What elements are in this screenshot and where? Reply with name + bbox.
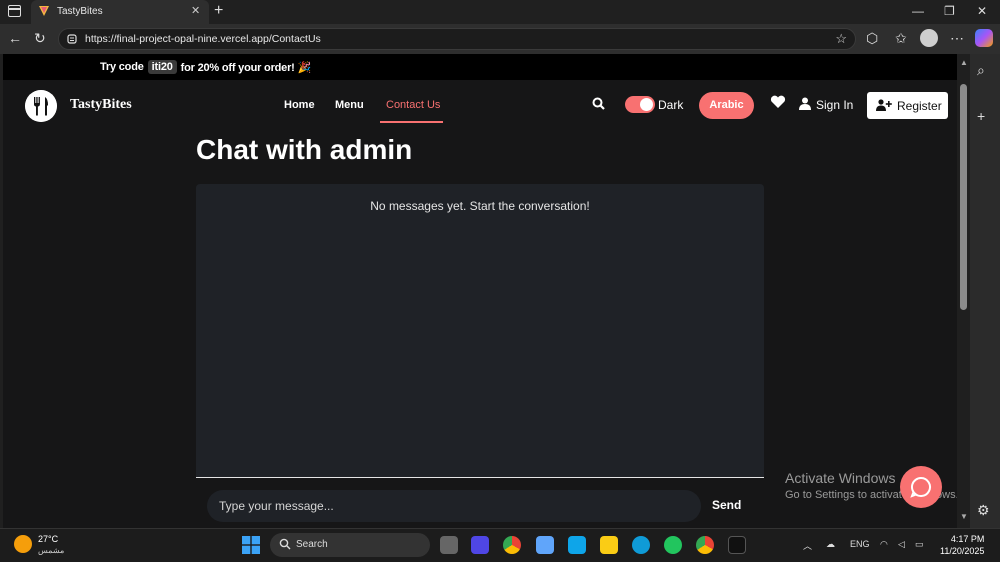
web-page: Try code iti20 for 20% off your order! 🎉… (3, 54, 957, 528)
sidebar-settings-icon[interactable]: ⚙ (977, 502, 990, 519)
sidebar-add-icon[interactable]: + (977, 108, 985, 124)
tab-close-icon[interactable]: ✕ (191, 4, 200, 17)
tab-title: TastyBites (57, 6, 103, 17)
message-input[interactable] (207, 490, 701, 522)
user-icon[interactable] (799, 97, 811, 110)
toggle-knob (640, 98, 653, 111)
maximize-button[interactable]: ❐ (944, 4, 955, 18)
user-plus-icon (876, 99, 892, 111)
favorite-star-icon[interactable]: ☆ (835, 31, 847, 47)
taskbar-search-icon (279, 538, 291, 550)
edge-sidebar: ⌕ + ⚙ (970, 54, 1000, 528)
promo-prefix: Try code (100, 61, 144, 73)
chat-messages-panel[interactable]: No messages yet. Start the conversation! (196, 184, 764, 478)
heart-icon[interactable] (770, 95, 786, 109)
promo-code: iti20 (147, 60, 177, 74)
sign-in-link[interactable]: Sign In (816, 98, 853, 112)
nav-contact-us[interactable]: Contact Us (386, 99, 440, 111)
browser-toolbar: ← ↻ https://final-project-opal-nine.verc… (0, 24, 1000, 54)
active-nav-underline (380, 121, 443, 123)
taskbar-search[interactable]: Search (270, 533, 430, 557)
task-view-icon[interactable] (440, 536, 458, 554)
page-scrollbar[interactable]: ▲ ▼ (957, 54, 970, 528)
edge-app-icon[interactable] (632, 536, 650, 554)
windows-taskbar: 27°C مشمس Search ︿ ☁ ENG ◠ ◁ ▭ 4:17 PM 1… (0, 528, 1000, 562)
windows-start-icon[interactable] (242, 536, 260, 554)
fork-knife-logo-icon[interactable] (25, 90, 57, 122)
theme-label: Dark (658, 98, 684, 112)
copilot-app-icon[interactable] (471, 536, 489, 554)
register-button[interactable]: Register (867, 92, 948, 119)
register-label: Register (897, 99, 942, 113)
wifi-icon[interactable]: ◠ (880, 539, 888, 550)
nav-home[interactable]: Home (284, 99, 315, 111)
outlook-app-icon[interactable] (568, 536, 586, 554)
promo-suffix: for 20% off your order! 🎉 (180, 61, 312, 74)
clock-time: 4:17 PM (950, 534, 985, 544)
chrome-app-icon-2[interactable] (696, 536, 714, 554)
clock-date: 11/20/2025 (940, 546, 985, 556)
nav-menu[interactable]: Menu (335, 99, 364, 111)
search-icon[interactable] (592, 97, 605, 110)
extensions-icon[interactable]: ⬡ (866, 30, 878, 46)
sidebar-search-icon[interactable]: ⌕ (977, 62, 985, 79)
tastybites-favicon (39, 6, 49, 16)
theme-toggle[interactable] (625, 96, 655, 113)
browser-tab-strip: TastyBites ✕ + — ❐ ✕ (0, 0, 1000, 24)
tab-actions-icon[interactable] (8, 5, 21, 17)
language-indicator[interactable]: ENG (850, 539, 870, 549)
new-tab-button[interactable]: + (214, 2, 223, 20)
page-title: Chat with admin (196, 134, 413, 165)
back-icon[interactable]: ← (8, 30, 22, 46)
favorites-icon[interactable]: ✩ (895, 30, 907, 46)
profile-avatar[interactable] (920, 29, 938, 47)
tray-chevron-icon[interactable]: ︿ (803, 539, 812, 552)
language-button[interactable]: Arabic (699, 92, 754, 119)
chat-fab-button[interactable] (900, 466, 942, 508)
weather-sun-icon[interactable] (14, 535, 32, 553)
file-explorer-icon[interactable] (600, 536, 618, 554)
scroll-thumb[interactable] (960, 84, 967, 310)
chrome-app-icon[interactable] (503, 536, 521, 554)
site-navbar: TastyBites Home Menu Contact Us Dark Ara… (3, 80, 957, 132)
close-window-button[interactable]: ✕ (977, 4, 987, 18)
scroll-up-icon[interactable]: ▲ (960, 58, 968, 67)
system-clock[interactable]: 4:17 PM 11/20/2025 (940, 533, 984, 557)
onedrive-icon[interactable]: ☁ (826, 539, 835, 550)
copilot-icon[interactable] (975, 29, 993, 47)
empty-chat-message: No messages yet. Start the conversation! (370, 199, 590, 213)
refresh-icon[interactable]: ↻ (34, 30, 46, 46)
store-app-icon[interactable] (536, 536, 554, 554)
chat-bubble-icon (910, 476, 931, 498)
send-button[interactable]: Send (712, 498, 741, 512)
weather-desc: مشمس (38, 546, 65, 555)
battery-icon[interactable]: ▭ (915, 539, 924, 550)
volume-icon[interactable]: ◁ (898, 539, 905, 550)
promo-banner: Try code iti20 for 20% off your order! 🎉 (3, 54, 957, 80)
url-text: https://final-project-opal-nine.vercel.a… (85, 33, 321, 45)
site-info-icon[interactable] (67, 34, 77, 44)
terminal-app-icon[interactable] (728, 536, 746, 554)
taskbar-search-label: Search (296, 539, 328, 550)
more-options-icon[interactable]: ⋯ (950, 30, 964, 46)
minimize-button[interactable]: — (912, 4, 924, 18)
whatsapp-app-icon[interactable] (664, 536, 682, 554)
address-bar[interactable]: https://final-project-opal-nine.vercel.a… (58, 28, 856, 50)
browser-tab[interactable]: TastyBites ✕ (31, 0, 209, 24)
scroll-down-icon[interactable]: ▼ (960, 512, 968, 521)
brand-name[interactable]: TastyBites (70, 97, 132, 113)
weather-temp: 27°C (38, 534, 59, 544)
